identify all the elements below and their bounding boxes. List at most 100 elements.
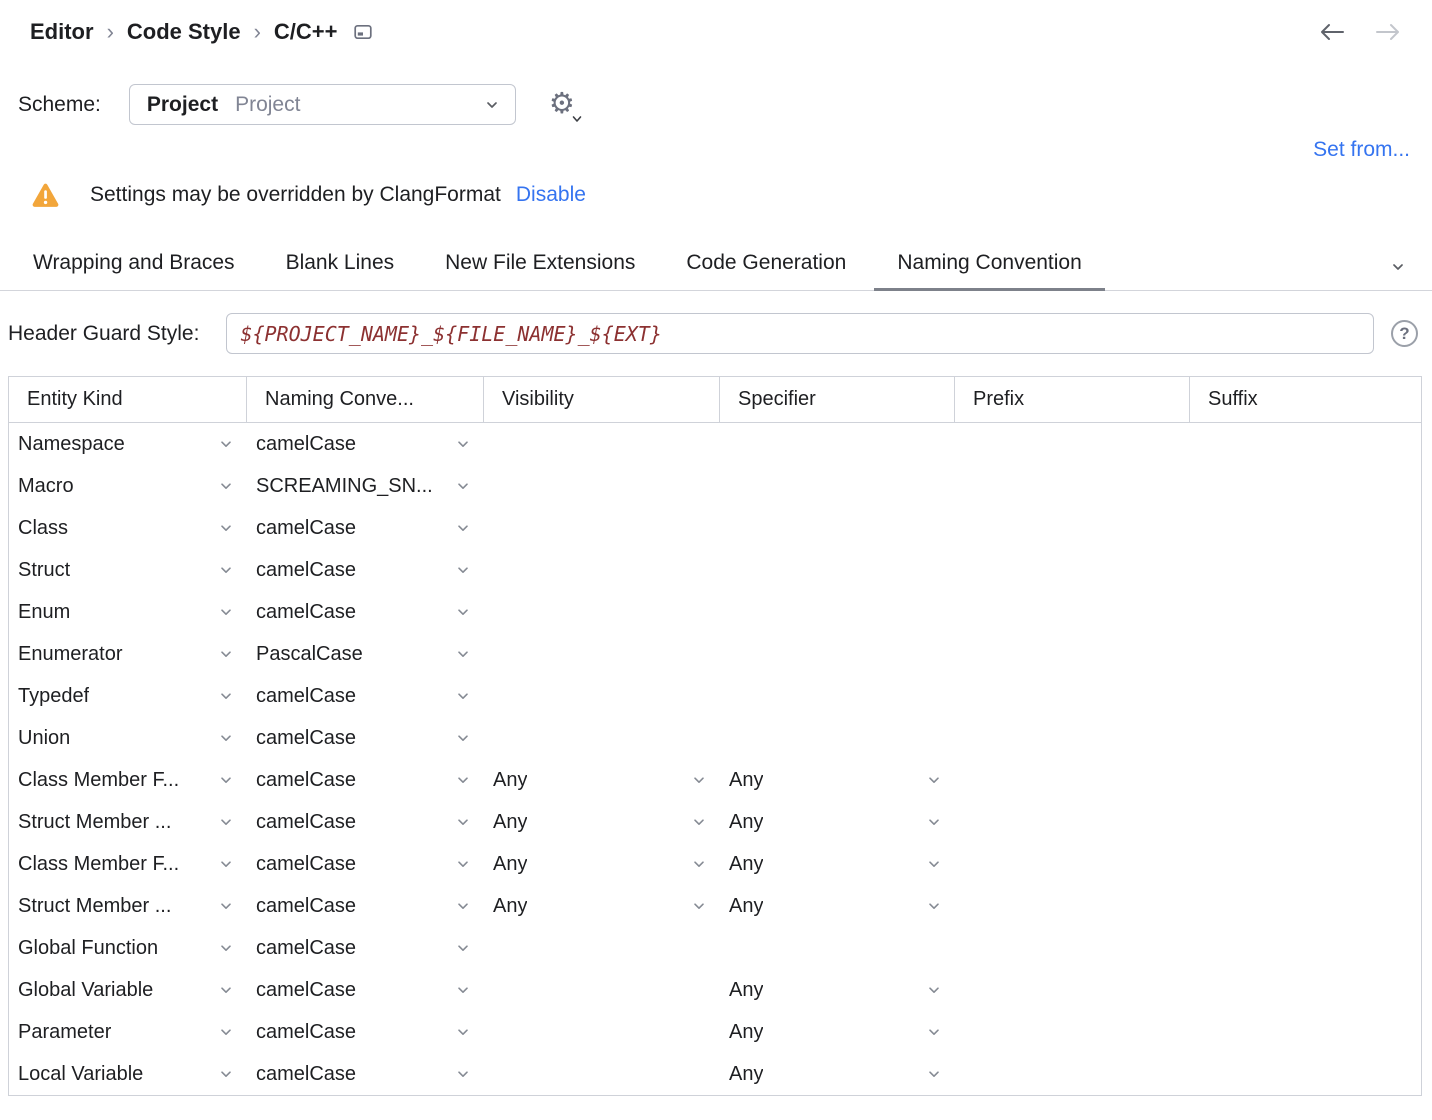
- specifier-dropdown[interactable]: Any: [720, 759, 955, 801]
- visibility-dropdown: [484, 549, 720, 591]
- cell-label: Typedef: [18, 685, 89, 708]
- entity-kind-dropdown[interactable]: Class: [9, 507, 247, 549]
- entity-kind-dropdown[interactable]: Parameter: [9, 1011, 247, 1053]
- entity-kind-dropdown[interactable]: Struct Member ...: [9, 885, 247, 927]
- chevron-down-icon[interactable]: [1388, 257, 1408, 277]
- visibility-dropdown[interactable]: Any: [484, 759, 720, 801]
- scheme-label: Scheme:: [18, 93, 101, 117]
- prefix-cell: [955, 675, 1190, 717]
- specifier-dropdown[interactable]: Any: [720, 801, 955, 843]
- cell-label: camelCase: [256, 811, 356, 834]
- cell-label: camelCase: [256, 727, 356, 750]
- cell-label: camelCase: [256, 979, 356, 1002]
- suffix-cell: [1190, 633, 1421, 675]
- specifier-dropdown[interactable]: Any: [720, 1011, 955, 1053]
- table-row: Union camelCase: [9, 717, 1421, 759]
- chevron-down-icon: [213, 519, 235, 537]
- header-guard-input[interactable]: [226, 313, 1374, 354]
- warning-text: Settings may be overridden by ClangForma…: [90, 183, 501, 207]
- chevron-down-icon: [686, 771, 708, 789]
- specifier-dropdown[interactable]: Any: [720, 885, 955, 927]
- suffix-cell: [1190, 675, 1421, 717]
- table-header: Entity Kind Naming Conve... Visibility S…: [9, 377, 1421, 423]
- specifier-dropdown: [720, 675, 955, 717]
- entity-kind-dropdown[interactable]: Class Member F...: [9, 759, 247, 801]
- forward-arrow-icon[interactable]: [1374, 21, 1402, 43]
- tab-code-generation[interactable]: Code Generation: [663, 251, 869, 290]
- naming-convention-dropdown[interactable]: PascalCase: [247, 633, 484, 675]
- set-from-link[interactable]: Set from...: [1313, 138, 1410, 161]
- naming-convention-dropdown[interactable]: camelCase: [247, 1011, 484, 1053]
- naming-convention-dropdown[interactable]: camelCase: [247, 801, 484, 843]
- visibility-dropdown[interactable]: Any: [484, 885, 720, 927]
- chevron-down-icon: [450, 771, 472, 789]
- chevron-down-icon: [213, 561, 235, 579]
- naming-convention-dropdown[interactable]: camelCase: [247, 843, 484, 885]
- table-body: NamespacecamelCaseMacroSCREAMING_SN...Cl…: [9, 423, 1421, 1095]
- naming-convention-dropdown[interactable]: camelCase: [247, 591, 484, 633]
- help-icon[interactable]: ?: [1391, 320, 1418, 347]
- naming-convention-dropdown[interactable]: camelCase: [247, 549, 484, 591]
- suffix-cell: [1190, 465, 1421, 507]
- entity-kind-dropdown[interactable]: Struct: [9, 549, 247, 591]
- cell-label: camelCase: [256, 517, 356, 540]
- entity-kind-dropdown[interactable]: Struct Member ...: [9, 801, 247, 843]
- naming-convention-dropdown[interactable]: camelCase: [247, 1053, 484, 1095]
- entity-kind-dropdown[interactable]: Class Member F...: [9, 843, 247, 885]
- chevron-down-icon: [450, 1023, 472, 1041]
- chevron-down-icon: [213, 939, 235, 957]
- preview-icon[interactable]: [354, 24, 372, 40]
- history-nav: [1318, 21, 1402, 43]
- header-guard-row: Header Guard Style: ?: [0, 313, 1432, 354]
- cell-label: camelCase: [256, 769, 356, 792]
- entity-kind-dropdown[interactable]: Typedef: [9, 675, 247, 717]
- suffix-cell: [1190, 1053, 1421, 1095]
- entity-kind-dropdown[interactable]: Local Variable: [9, 1053, 247, 1095]
- specifier-dropdown[interactable]: Any: [720, 969, 955, 1011]
- entity-kind-dropdown[interactable]: Global Function: [9, 927, 247, 969]
- naming-convention-dropdown[interactable]: camelCase: [247, 969, 484, 1011]
- tab-new-file-extensions[interactable]: New File Extensions: [422, 251, 658, 290]
- naming-convention-dropdown[interactable]: camelCase: [247, 759, 484, 801]
- entity-kind-dropdown[interactable]: Union: [9, 717, 247, 759]
- naming-convention-dropdown[interactable]: camelCase: [247, 423, 484, 465]
- table-row: Struct Member ... camelCase Any Any: [9, 885, 1421, 927]
- suffix-cell: [1190, 507, 1421, 549]
- naming-convention-dropdown[interactable]: camelCase: [247, 885, 484, 927]
- suffix-cell: [1190, 969, 1421, 1011]
- naming-convention-dropdown[interactable]: camelCase: [247, 675, 484, 717]
- entity-kind-dropdown[interactable]: Macro: [9, 465, 247, 507]
- suffix-cell: [1190, 717, 1421, 759]
- topbar: Editor › Code Style › C/C++: [0, 0, 1432, 48]
- visibility-dropdown[interactable]: Any: [484, 843, 720, 885]
- cell-label: camelCase: [256, 895, 356, 918]
- tabs-bar: Wrapping and Braces Blank Lines New File…: [0, 244, 1432, 291]
- entity-kind-dropdown[interactable]: Enum: [9, 591, 247, 633]
- scheme-select[interactable]: Project Project: [129, 84, 516, 125]
- naming-convention-dropdown[interactable]: camelCase: [247, 717, 484, 759]
- specifier-dropdown[interactable]: Any: [720, 843, 955, 885]
- entity-kind-dropdown[interactable]: Global Variable: [9, 969, 247, 1011]
- chevron-down-icon: [450, 939, 472, 957]
- breadcrumb-item-code-style[interactable]: Code Style: [127, 19, 241, 45]
- entity-kind-dropdown[interactable]: Namespace: [9, 423, 247, 465]
- disable-link[interactable]: Disable: [516, 183, 586, 207]
- naming-convention-dropdown[interactable]: camelCase: [247, 927, 484, 969]
- tab-blank-lines[interactable]: Blank Lines: [263, 251, 418, 290]
- specifier-dropdown[interactable]: Any: [720, 1053, 955, 1095]
- cell-label: Any: [729, 895, 763, 918]
- cell-label: camelCase: [256, 1063, 356, 1086]
- suffix-cell: [1190, 843, 1421, 885]
- back-arrow-icon[interactable]: [1318, 21, 1346, 43]
- tab-wrapping-and-braces[interactable]: Wrapping and Braces: [10, 251, 258, 290]
- entity-kind-dropdown[interactable]: Enumerator: [9, 633, 247, 675]
- naming-convention-dropdown[interactable]: SCREAMING_SN...: [247, 465, 484, 507]
- cell-label: camelCase: [256, 433, 356, 456]
- gear-icon[interactable]: [546, 89, 578, 121]
- chevron-down-icon: [686, 855, 708, 873]
- tab-naming-convention[interactable]: Naming Convention: [874, 251, 1104, 290]
- breadcrumb-item-cpp[interactable]: C/C++: [274, 19, 338, 45]
- naming-convention-dropdown[interactable]: camelCase: [247, 507, 484, 549]
- visibility-dropdown[interactable]: Any: [484, 801, 720, 843]
- breadcrumb-item-editor[interactable]: Editor: [30, 19, 94, 45]
